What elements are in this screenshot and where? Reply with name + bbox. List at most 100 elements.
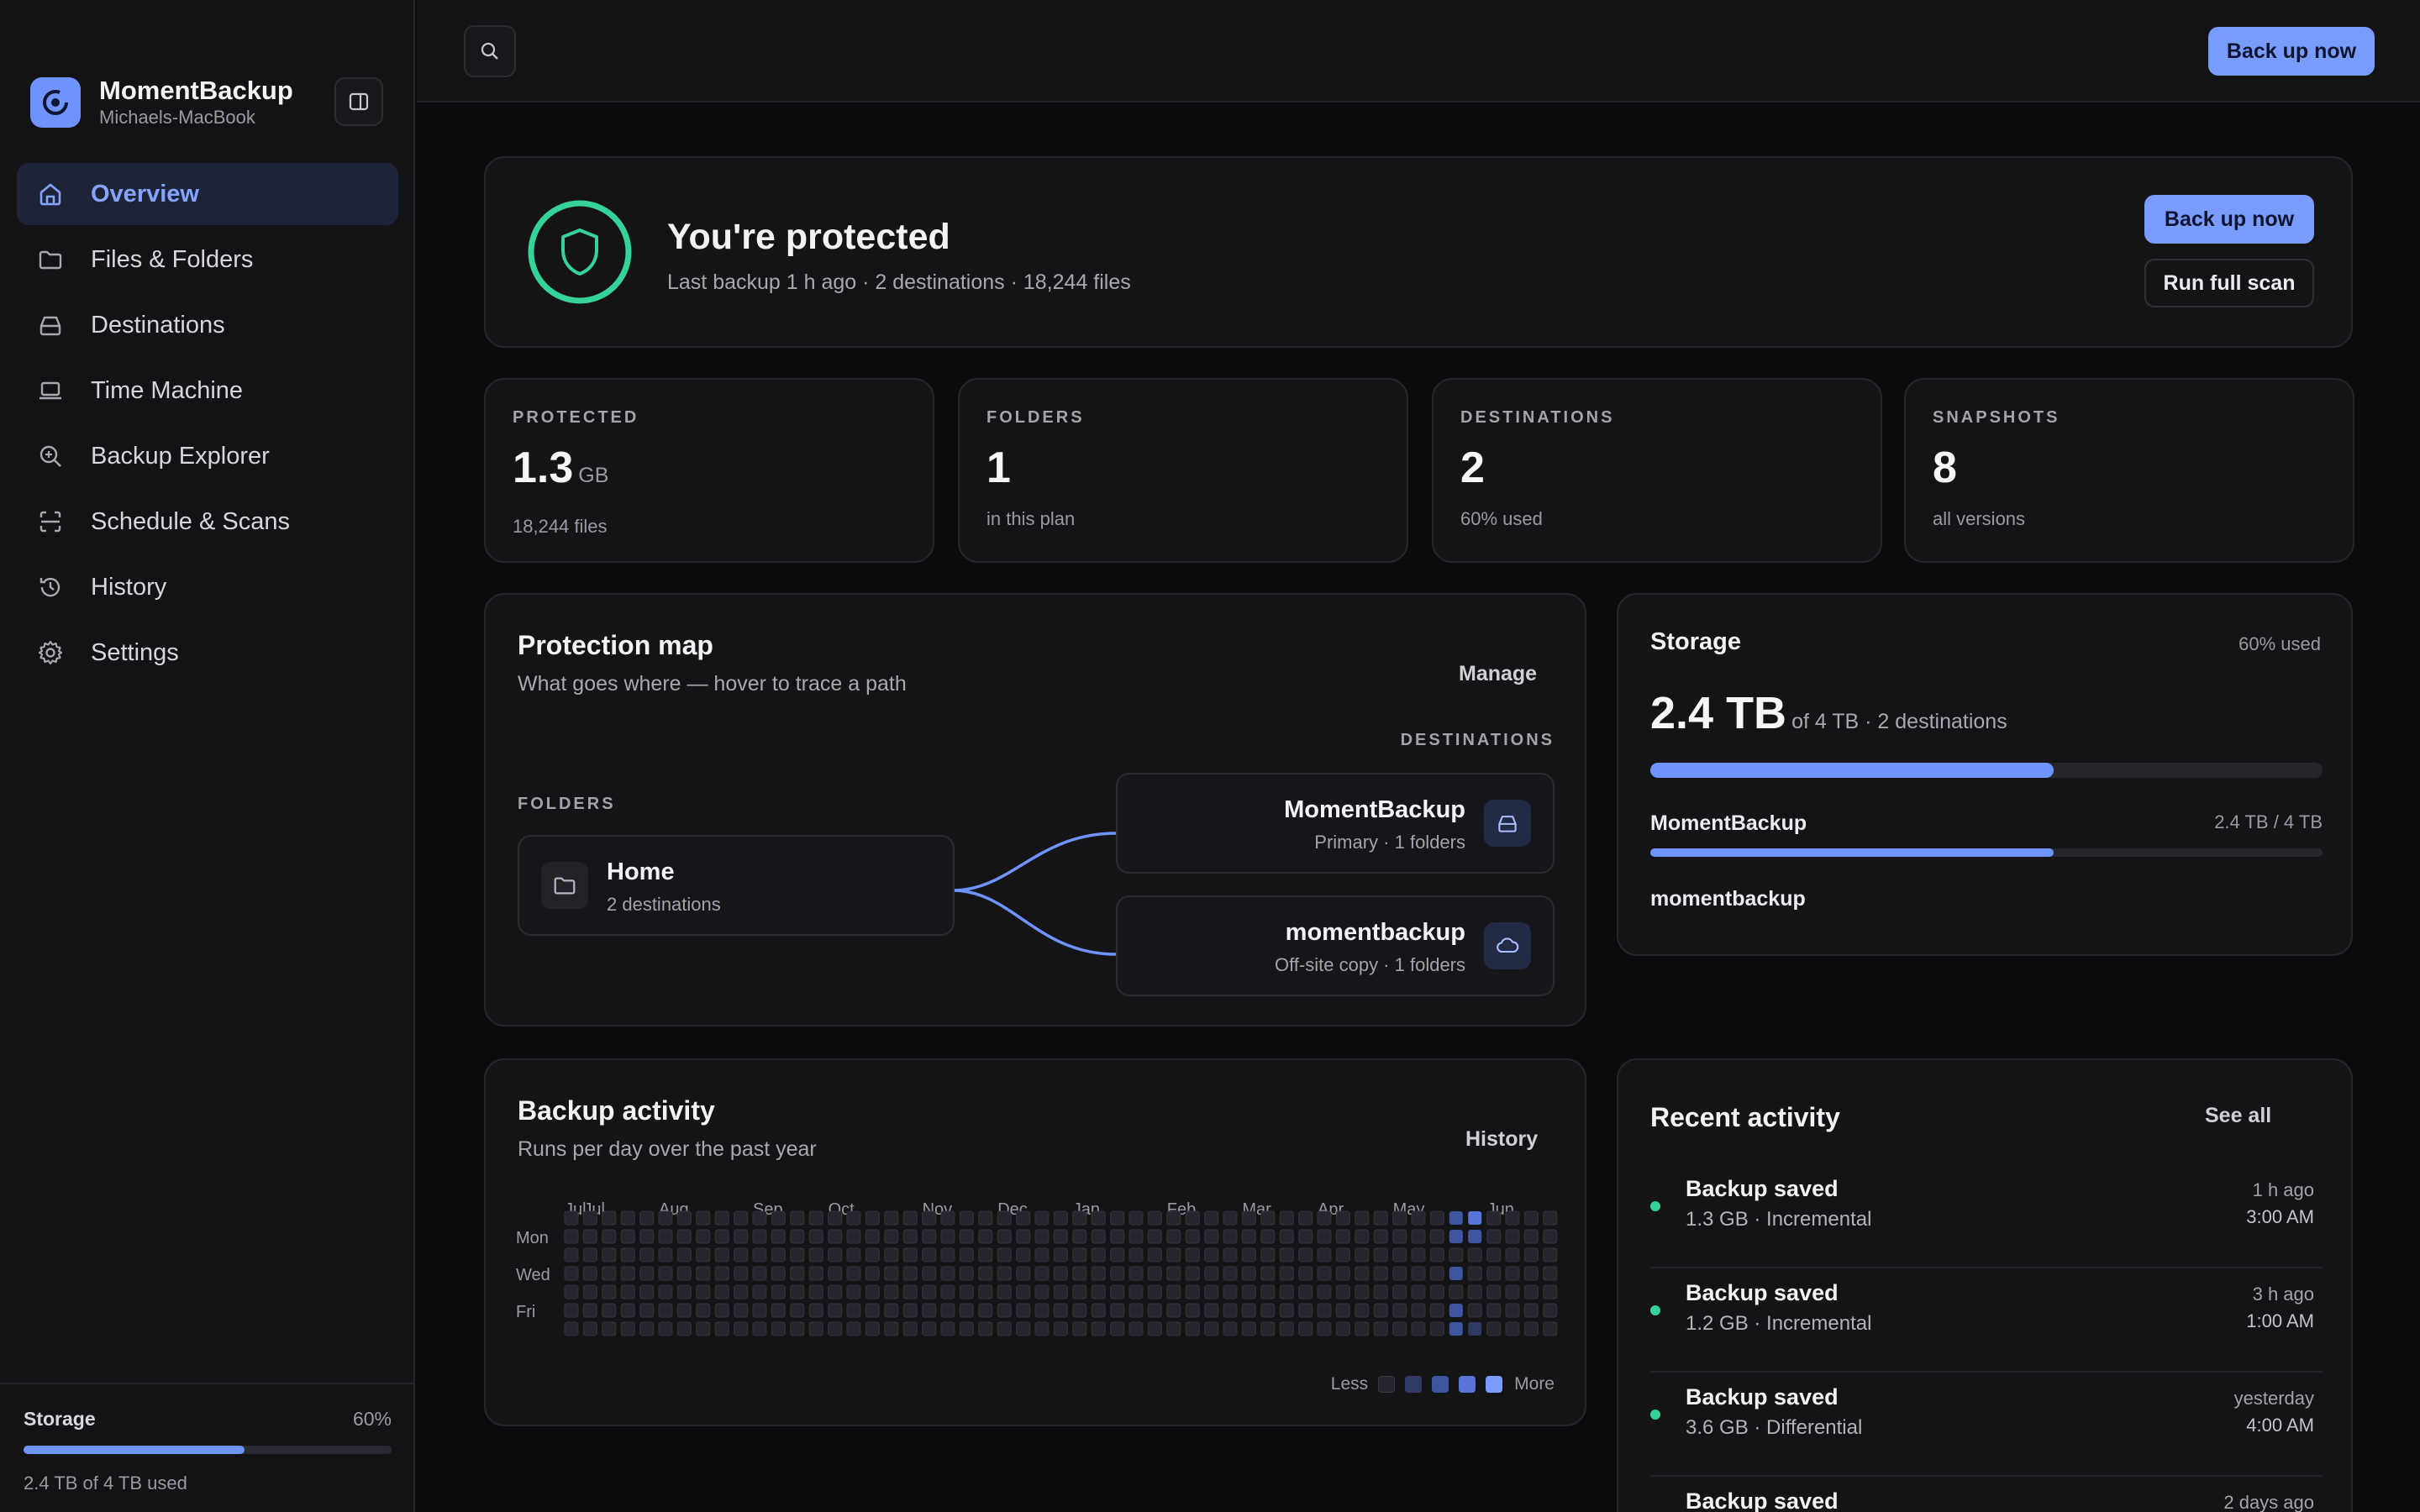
sidebar-item-backup-explorer[interactable]: Backup Explorer <box>17 425 398 487</box>
heatmap-cell[interactable] <box>1355 1284 1370 1299</box>
heatmap-cell[interactable] <box>639 1210 655 1226</box>
heatmap-cell[interactable] <box>959 1247 974 1263</box>
heatmap-cell[interactable] <box>1392 1284 1407 1299</box>
heatmap-cell[interactable] <box>1016 1266 1031 1281</box>
heatmap-cell[interactable] <box>828 1284 843 1299</box>
heatmap-cell[interactable] <box>1317 1229 1332 1244</box>
heatmap-cell[interactable] <box>771 1210 786 1226</box>
heatmap-cell[interactable] <box>639 1321 655 1336</box>
heatmap-cell[interactable] <box>1392 1247 1407 1263</box>
heatmap-cell[interactable] <box>865 1321 880 1336</box>
heatmap-cell[interactable] <box>602 1321 617 1336</box>
heatmap-cell[interactable] <box>1392 1210 1407 1226</box>
heatmap-cell[interactable] <box>734 1247 749 1263</box>
heatmap-cell[interactable] <box>997 1266 1012 1281</box>
heatmap-cell[interactable] <box>997 1229 1012 1244</box>
heatmap-cell[interactable] <box>1449 1247 1464 1263</box>
heatmap-cell[interactable] <box>1392 1321 1407 1336</box>
heatmap-cell[interactable] <box>902 1284 918 1299</box>
heatmap-cell[interactable] <box>1185 1303 1200 1318</box>
heatmap-cell[interactable] <box>639 1229 655 1244</box>
heatmap-cell[interactable] <box>1128 1303 1144 1318</box>
heatmap-cell[interactable] <box>1204 1247 1219 1263</box>
heatmap-cell[interactable] <box>676 1321 692 1336</box>
heatmap-cell[interactable] <box>1543 1247 1558 1263</box>
heatmap-cell[interactable] <box>1053 1284 1068 1299</box>
heatmap-cell[interactable] <box>884 1247 899 1263</box>
heatmap-cell[interactable] <box>1449 1322 1463 1336</box>
heatmap-cell[interactable] <box>676 1229 692 1244</box>
heatmap-cell[interactable] <box>790 1303 805 1318</box>
sidebar-item-schedule-scans[interactable]: Schedule & Scans <box>17 491 398 553</box>
heatmap-cell[interactable] <box>1429 1303 1444 1318</box>
heatmap-cell[interactable] <box>997 1247 1012 1263</box>
heatmap-cell[interactable] <box>865 1266 880 1281</box>
heatmap-cell[interactable] <box>658 1229 673 1244</box>
heatmap-cell[interactable] <box>1468 1322 1482 1336</box>
heatmap-cell[interactable] <box>639 1266 655 1281</box>
heatmap-cell[interactable] <box>790 1321 805 1336</box>
heatmap-cell[interactable] <box>1429 1210 1444 1226</box>
heatmap-cell[interactable] <box>790 1229 805 1244</box>
heatmap-cell[interactable] <box>620 1303 635 1318</box>
heatmap-cell[interactable] <box>734 1229 749 1244</box>
heatmap-cell[interactable] <box>1091 1284 1106 1299</box>
heatmap-cell[interactable] <box>1505 1303 1520 1318</box>
heatmap-cell[interactable] <box>1053 1247 1068 1263</box>
sidebar-item-overview[interactable]: Overview <box>17 163 398 225</box>
heatmap-cell[interactable] <box>865 1229 880 1244</box>
heatmap-cell[interactable] <box>620 1321 635 1336</box>
heatmap-cell[interactable] <box>1335 1321 1350 1336</box>
heatmap-cell[interactable] <box>1505 1266 1520 1281</box>
heatmap-cell[interactable] <box>1072 1284 1087 1299</box>
heatmap-cell[interactable] <box>1091 1266 1106 1281</box>
heatmap-cell[interactable] <box>1411 1247 1426 1263</box>
heatmap-cell[interactable] <box>1279 1210 1294 1226</box>
heatmap-cell[interactable] <box>922 1210 937 1226</box>
heatmap-cell[interactable] <box>1523 1284 1539 1299</box>
heatmap-cell[interactable] <box>997 1303 1012 1318</box>
heatmap-cell[interactable] <box>1279 1229 1294 1244</box>
heatmap-cell[interactable] <box>771 1303 786 1318</box>
heatmap-cell[interactable] <box>1335 1266 1350 1281</box>
heatmap-cell[interactable] <box>1429 1229 1444 1244</box>
heatmap-cell[interactable] <box>940 1210 955 1226</box>
heatmap-cell[interactable] <box>771 1229 786 1244</box>
heatmap-cell[interactable] <box>828 1266 843 1281</box>
heatmap-cell[interactable] <box>1486 1321 1502 1336</box>
heatmap-cell[interactable] <box>1072 1303 1087 1318</box>
heatmap-cell[interactable] <box>1298 1229 1313 1244</box>
heatmap-cell[interactable] <box>959 1303 974 1318</box>
heatmap-cell[interactable] <box>902 1229 918 1244</box>
heatmap-cell[interactable] <box>828 1247 843 1263</box>
heatmap-cell[interactable] <box>1016 1247 1031 1263</box>
heatmap-cell[interactable] <box>808 1266 823 1281</box>
heatmap-cell[interactable] <box>846 1284 861 1299</box>
heatmap-cell[interactable] <box>865 1284 880 1299</box>
heatmap-cell[interactable] <box>602 1210 617 1226</box>
heatmap-cell[interactable] <box>1449 1211 1463 1225</box>
heatmap-cell[interactable] <box>620 1247 635 1263</box>
heatmap-cell[interactable] <box>865 1210 880 1226</box>
heatmap-cell[interactable] <box>639 1247 655 1263</box>
heatmap-cell[interactable] <box>1223 1247 1238 1263</box>
heatmap-cell[interactable] <box>602 1303 617 1318</box>
heatmap-cell[interactable] <box>771 1266 786 1281</box>
heatmap-cell[interactable] <box>1467 1303 1482 1318</box>
heatmap-cell[interactable] <box>1279 1266 1294 1281</box>
destination-node-offsite[interactable]: momentbackup Off-site copy · 1 folders <box>1116 895 1555 996</box>
heatmap-cell[interactable] <box>1523 1247 1539 1263</box>
heatmap-cell[interactable] <box>808 1229 823 1244</box>
heatmap-cell[interactable] <box>1355 1210 1370 1226</box>
heatmap-cell[interactable] <box>940 1266 955 1281</box>
heatmap-cell[interactable] <box>1373 1321 1388 1336</box>
heatmap-cell[interactable] <box>1355 1229 1370 1244</box>
heatmap-cell[interactable] <box>1260 1303 1276 1318</box>
heatmap-cell[interactable] <box>902 1303 918 1318</box>
heatmap-cell[interactable] <box>1486 1303 1502 1318</box>
history-button[interactable]: History <box>1465 1127 1538 1152</box>
heatmap-cell[interactable] <box>1091 1210 1106 1226</box>
heatmap-cell[interactable] <box>1034 1303 1050 1318</box>
heatmap-cell[interactable] <box>1505 1229 1520 1244</box>
heatmap-cell[interactable] <box>1241 1284 1256 1299</box>
